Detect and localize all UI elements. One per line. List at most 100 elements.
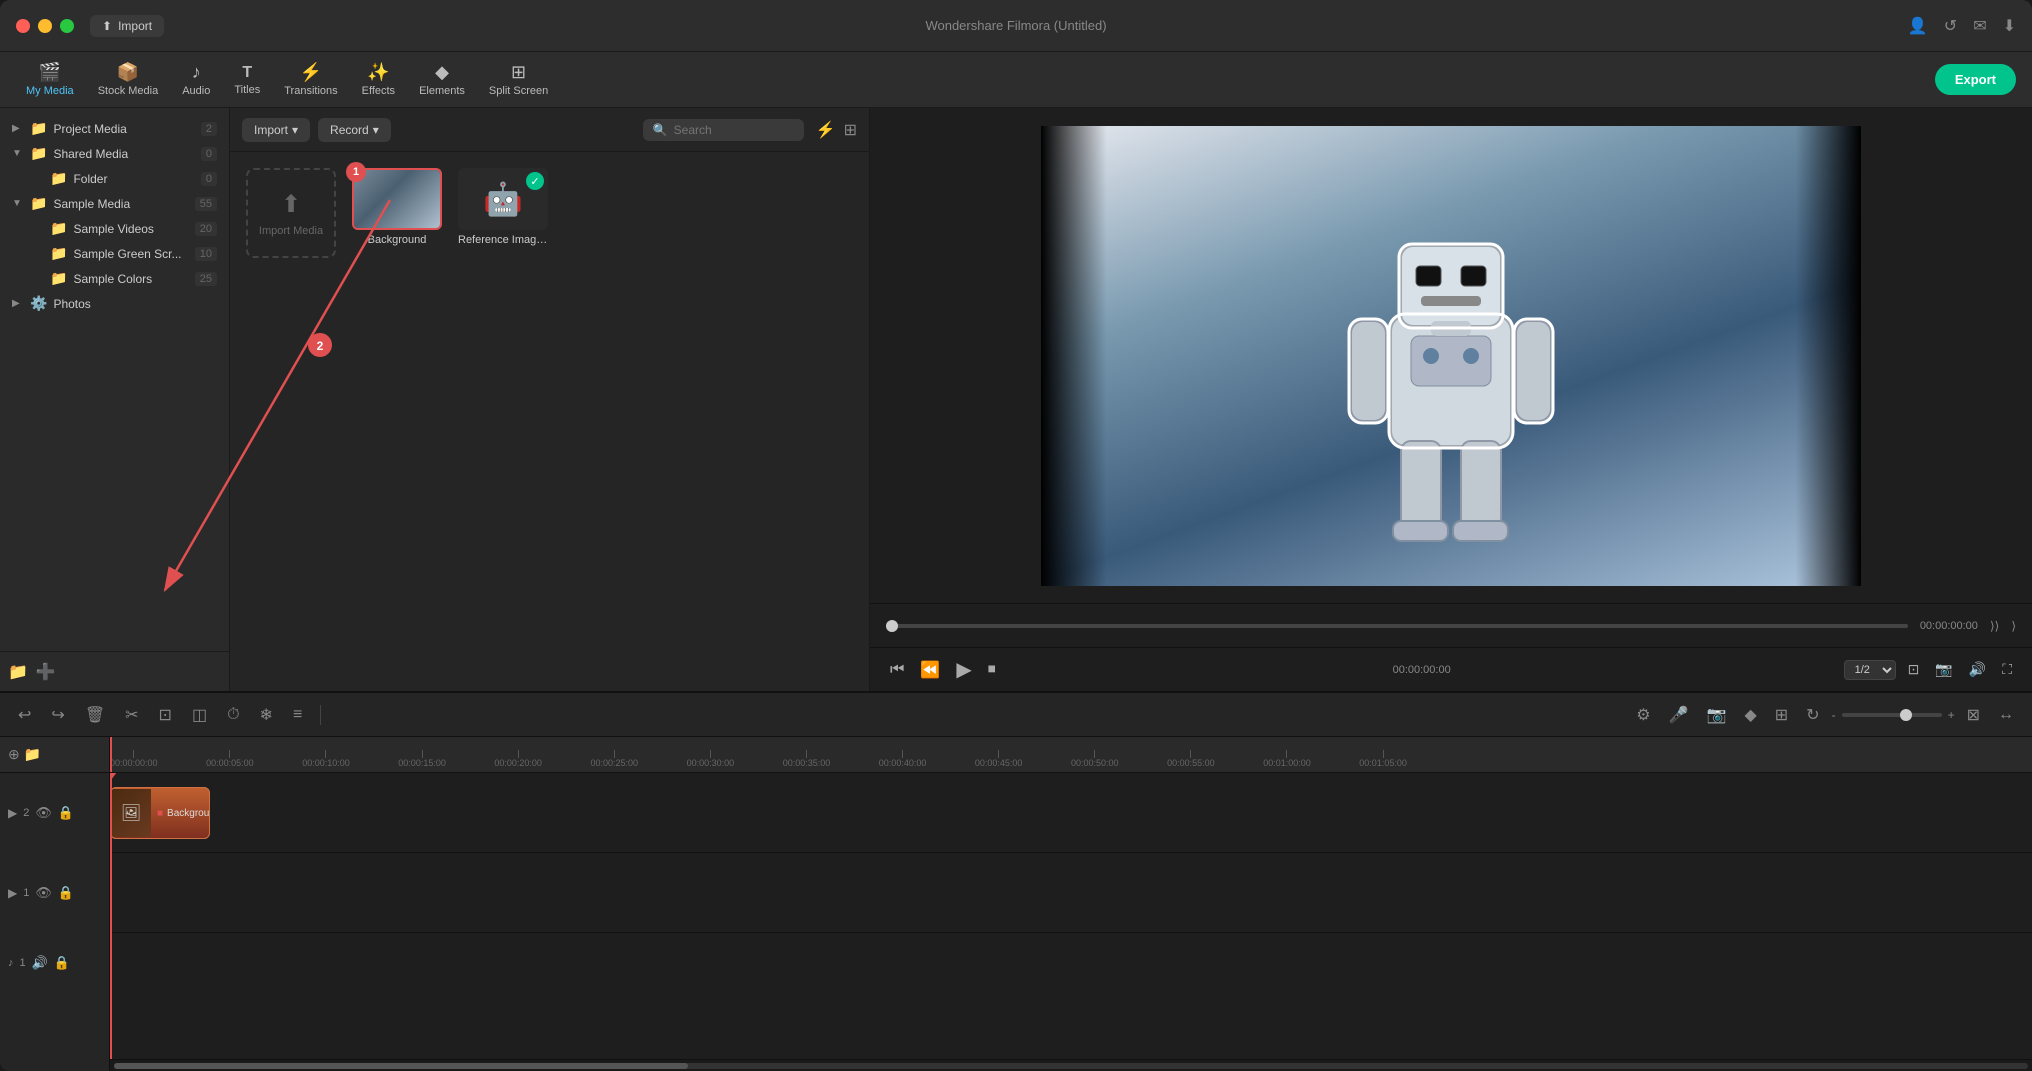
crop-button[interactable]: ⊡ [153, 701, 178, 729]
zoom-fit-button[interactable]: ⊡ [1904, 657, 1924, 682]
import-button[interactable]: Import ▾ [242, 118, 310, 142]
speed-button[interactable]: ⏱ [221, 702, 245, 728]
record-button[interactable]: Record ▾ [318, 118, 391, 142]
preview-skip-back-icon[interactable]: ⟩⟩ [1990, 619, 1999, 633]
redo-button[interactable]: ↪ [45, 701, 70, 729]
cut-button[interactable]: ✂ [119, 701, 144, 729]
filter-icon[interactable]: ⚡ [816, 120, 836, 140]
search-box[interactable]: 🔍 [643, 119, 804, 141]
audio-button[interactable]: 🔊 [1965, 657, 1990, 682]
robot-icon: 🤖 [483, 180, 523, 218]
toolbar-item-transitions[interactable]: ⚡ Transitions [274, 56, 347, 103]
tree-item-sample-media[interactable]: ▼ 📁 Sample Media 55 [4, 191, 225, 216]
ruler-tick-1m5s: 00:01:05:00 [1359, 750, 1407, 768]
fullscreen-button[interactable]: ⛶ [1998, 657, 2016, 682]
audio-track-label-text: 1 [20, 957, 26, 969]
ruler-tick-50s: 00:00:50:00 [1071, 750, 1119, 768]
profile-icon[interactable]: 👤 [1908, 16, 1928, 36]
freeze-button[interactable]: ❄ [254, 701, 279, 729]
fit-timeline-button[interactable]: ⊠ [1961, 701, 1986, 729]
export-button[interactable]: Export [1935, 64, 2016, 95]
audio-volume-icon[interactable]: 🔊 [32, 955, 48, 971]
toolbar-item-elements[interactable]: ◆ Elements [409, 56, 475, 103]
play-button[interactable]: ▶ [952, 653, 975, 686]
video1-icon: ▶ [8, 886, 17, 900]
video2-lock-icon[interactable]: 🔒 [58, 805, 74, 821]
add-folder-icon[interactable]: ➕ [36, 662, 56, 682]
tree-item-sample-colors[interactable]: 📁 Sample Colors 25 [4, 266, 225, 291]
rewind-button[interactable]: ⏮ [886, 657, 908, 683]
refresh-icon[interactable]: ↺ [1944, 16, 1957, 36]
video2-eye-icon[interactable]: 👁 [35, 805, 52, 821]
close-button[interactable] [16, 19, 30, 33]
snap-icon[interactable]: ⊞ [1769, 701, 1794, 729]
loop-icon[interactable]: ↻ [1800, 701, 1825, 729]
zoom-track[interactable] [1842, 713, 1942, 717]
tree-item-shared-media[interactable]: ▼ 📁 Shared Media 0 [4, 141, 225, 166]
ai-button[interactable]: ≡ [287, 702, 308, 728]
zoom-in-icon[interactable]: + [1948, 708, 1955, 722]
video1-lock-icon[interactable]: 🔒 [58, 885, 74, 901]
toolbar-item-my-media[interactable]: 🎬 My Media [16, 56, 84, 103]
timeline-scrollbar[interactable] [110, 1059, 2032, 1071]
toolbar-item-titles[interactable]: T Titles [224, 58, 270, 102]
tree-item-sample-videos[interactable]: 📁 Sample Videos 20 [4, 216, 225, 241]
snapshot-button[interactable]: 📷 [1931, 657, 1956, 682]
right-panel: 00:00:00:00 ⟩⟩ ⟩ ⏮ ⏪ ▶ ⏹ 00:00:00:00 1/2… [870, 108, 2032, 691]
step-back-button[interactable]: ⏪ [916, 656, 944, 684]
ruler-tick-35s: 00:00:35:00 [783, 750, 831, 768]
toolbar-item-split-screen[interactable]: ⊞ Split Screen [479, 56, 558, 103]
tree-item-folder[interactable]: 📁 Folder 0 [4, 166, 225, 191]
track-row-video1: 🖼 ■ Background [110, 853, 2032, 933]
track-settings-icon[interactable]: ⚙ [1630, 701, 1656, 729]
folder-icon-sample: 📁 [30, 195, 47, 212]
quality-select[interactable]: 1/2 1/4 Full [1844, 660, 1896, 680]
preview-skip-fwd-icon[interactable]: ⟩ [2011, 619, 2016, 633]
tree-label-photos: Photos [53, 297, 217, 311]
settings-icon-photos: ⚙️ [30, 295, 47, 312]
toolbar-item-stock-media[interactable]: 📦 Stock Media [88, 56, 169, 103]
grid-view-icon[interactable]: ⊞ [844, 120, 857, 140]
trim-button[interactable]: ◫ [186, 701, 213, 729]
media-item-background[interactable]: 1 Background [352, 168, 442, 258]
track-header-video2: ▶ 2 👁 🔒 [0, 773, 110, 853]
tracks-area: 🤖 ■ Reference Image 2 [110, 773, 2032, 1059]
keyframe-icon[interactable]: ◆ [1738, 701, 1762, 729]
audio-lock-icon[interactable]: 🔒 [54, 955, 70, 971]
maximize-button[interactable] [60, 19, 74, 33]
camera-icon[interactable]: 📷 [1701, 701, 1733, 729]
audio-track-icon: ♪ [8, 957, 14, 969]
add-track-button[interactable]: ⊕ [8, 746, 20, 763]
tree-item-project-media[interactable]: ▶ 📁 Project Media 2 [4, 116, 225, 141]
expand-icon-sample: ▼ [12, 198, 24, 209]
folder-icon-folder: 📁 [50, 170, 67, 187]
background-thumb-preview [354, 170, 440, 228]
download-icon[interactable]: ⬇ [2003, 16, 2016, 36]
preview-scrubber[interactable] [886, 624, 1908, 628]
toolbar: 🎬 My Media 📦 Stock Media ♪ Audio T Title… [0, 52, 2032, 108]
scrollbar-thumb [114, 1063, 688, 1069]
toolbar-item-audio[interactable]: ♪ Audio [172, 56, 220, 103]
import-icon: ⬆ [102, 19, 112, 33]
new-folder-icon[interactable]: 📁 [8, 662, 28, 682]
mic-icon[interactable]: 🎤 [1663, 701, 1695, 729]
stop-button[interactable]: ⏹ [984, 657, 1000, 683]
import-window-button[interactable]: ⬆ Import [90, 15, 164, 37]
tree-item-sample-green[interactable]: 📁 Sample Green Scr... 10 [4, 241, 225, 266]
zoom-out-icon[interactable]: - [1832, 708, 1836, 722]
expand-timeline-button[interactable]: ↔ [1992, 702, 2020, 728]
toolbar-item-effects[interactable]: ✨ Effects [352, 56, 405, 103]
tree-item-photos[interactable]: ▶ ⚙️ Photos [4, 291, 225, 316]
delete-button[interactable]: 🗑 [79, 701, 111, 729]
import-media-button[interactable]: ⬆ Import Media [246, 168, 336, 258]
timeline-content: 00:00:00:00 00:00:05:00 00:00:10:00 [110, 737, 2032, 1071]
video1-eye-icon[interactable]: 👁 [35, 885, 52, 901]
clip-background[interactable]: 🖼 ■ Background [110, 787, 210, 839]
mail-icon[interactable]: ✉ [1973, 16, 1986, 36]
tree-label-sample-colors: Sample Colors [73, 272, 188, 286]
track-options-button[interactable]: 📁 [24, 746, 41, 763]
undo-button[interactable]: ↩ [12, 701, 37, 729]
media-item-reference-image-2[interactable]: 🤖 ✓ Reference Image 2 [458, 168, 548, 258]
minimize-button[interactable] [38, 19, 52, 33]
search-input[interactable] [674, 123, 794, 137]
